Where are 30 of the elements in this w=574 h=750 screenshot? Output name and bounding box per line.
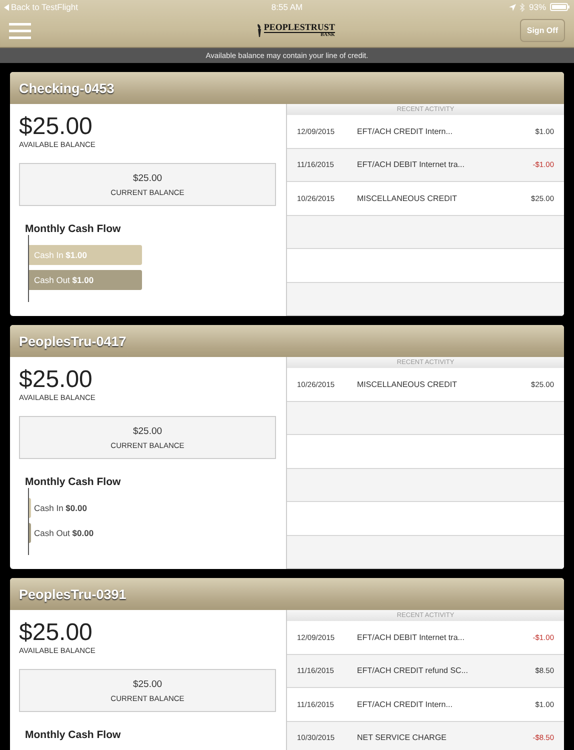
cash-flow-title: Monthly Cash Flow	[25, 729, 122, 742]
activity-description: MISCELLANEOUS CREDIT	[357, 380, 458, 389]
bluetooth-icon	[520, 2, 525, 12]
available-balance: $25.00	[19, 114, 94, 140]
cash-flow-label: Cash In $0.00	[33, 502, 87, 516]
bank-logo-name: PEOPLESTRUST	[264, 23, 335, 33]
cash-flow-label: Cash Out $1.00	[33, 274, 94, 288]
activity-description: EFT/ACH CREDIT Intern...	[357, 126, 454, 136]
activity-description: EFT/ACH DEBIT Internet tra...	[357, 160, 466, 170]
activity-description: EFT/ACH DEBIT Internet tra...	[357, 632, 466, 642]
available-balance: $25.00	[19, 367, 94, 394]
activity-description: EFT/ACH CREDIT Intern...	[357, 700, 454, 709]
available-balance: $25.00	[19, 620, 94, 646]
activity-description: EFT/ACH CREDIT refund SC...	[357, 666, 469, 676]
location-icon	[508, 4, 516, 10]
battery-percent: 93%	[528, 2, 546, 12]
cash-flow-label: Cash In $1.00	[33, 249, 87, 262]
status-time: 8:55 AM	[271, 2, 303, 12]
torch-icon	[256, 24, 263, 38]
activity-description: NET SERVICE CHARGE	[357, 733, 448, 742]
current-balance: $25.00	[132, 426, 162, 437]
back-arrow-icon	[4, 4, 9, 10]
cash-flow-label: Cash Out $0.00	[33, 527, 94, 540]
activity-description: MISCELLANEOUS CREDIT	[357, 194, 458, 203]
cash-flow-title: Monthly Cash Flow	[25, 223, 122, 236]
current-balance: $25.00	[132, 678, 162, 690]
cash-flow-title: Monthly Cash Flow	[25, 476, 122, 488]
current-balance: $25.00	[132, 172, 162, 184]
battery-icon	[550, 3, 570, 11]
menu-icon[interactable]	[9, 22, 31, 38]
